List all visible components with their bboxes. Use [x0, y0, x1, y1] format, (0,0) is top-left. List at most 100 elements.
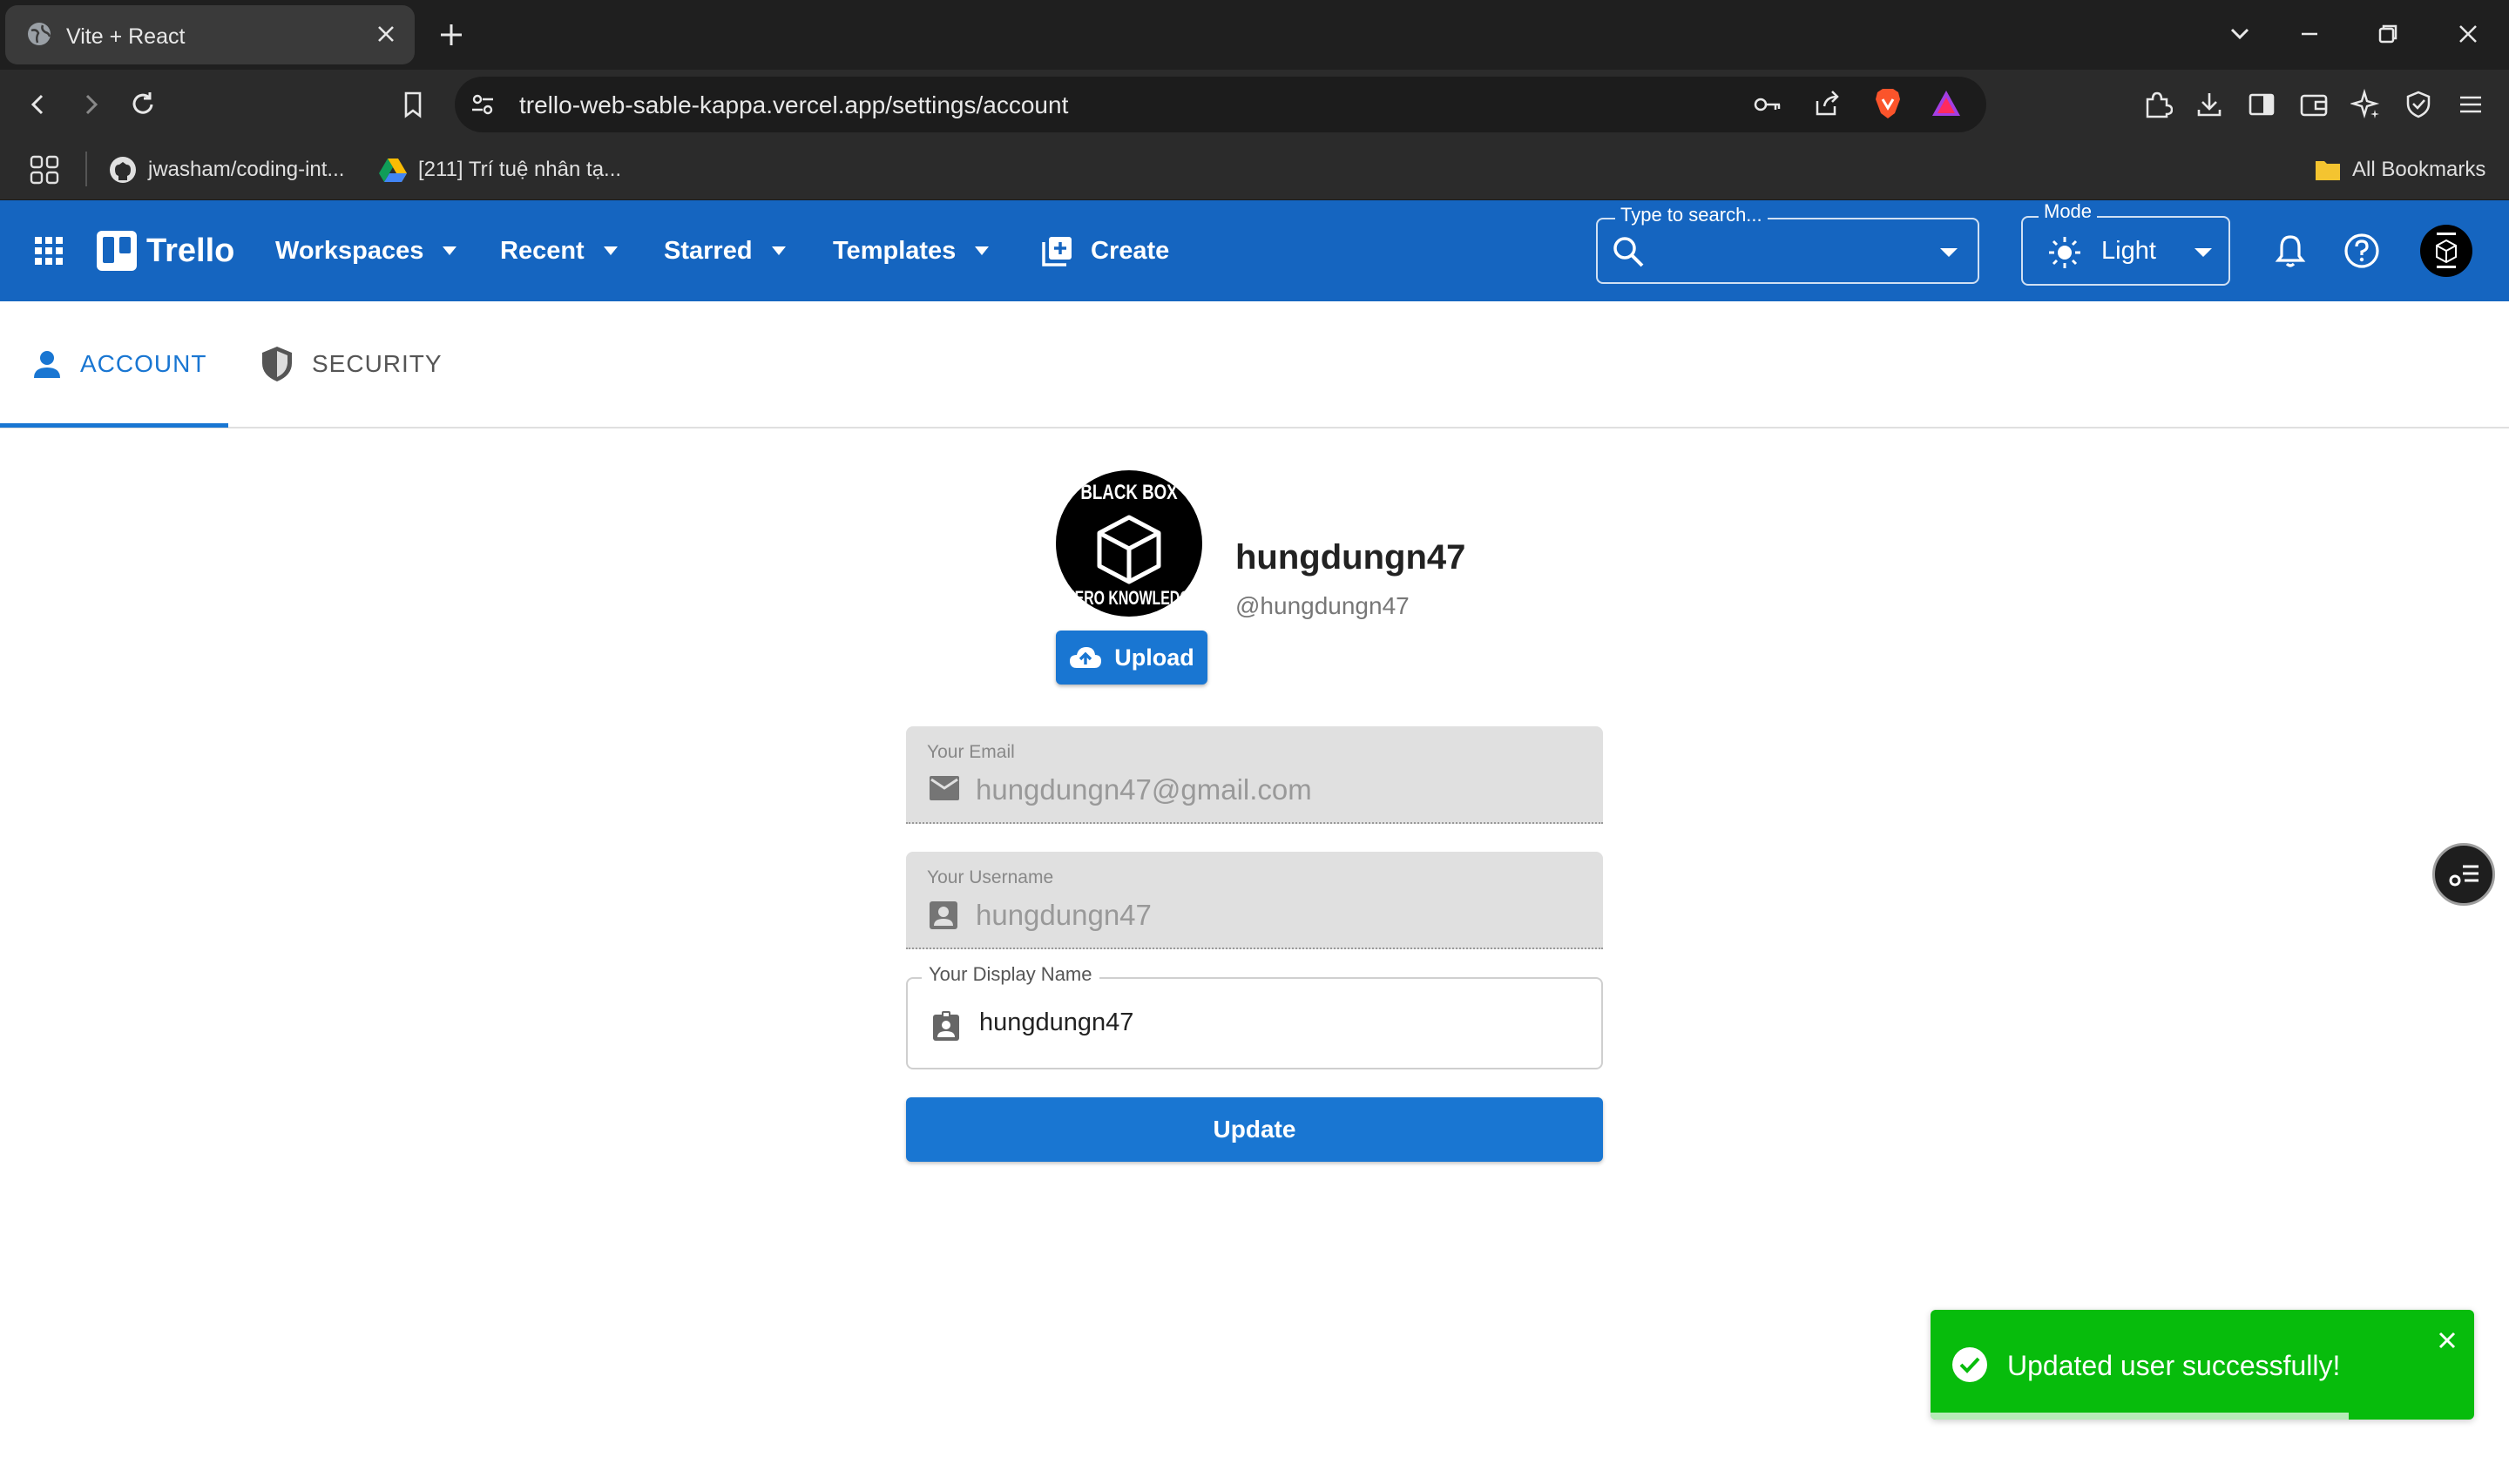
- cloud-upload-icon: [1069, 645, 1102, 670]
- browser-tab-strip: Vite + React: [0, 0, 2509, 70]
- help-circle-icon: [2343, 233, 2380, 269]
- trello-brand-label: Trello: [146, 232, 235, 269]
- bell-icon: [2274, 233, 2307, 268]
- password-key-icon[interactable]: [1753, 91, 1782, 118]
- brave-rewards-icon[interactable]: [1931, 89, 1962, 118]
- avatar-top-text: BLACK BOX: [1080, 481, 1178, 504]
- sun-icon: [2047, 235, 2082, 270]
- mode-select[interactable]: Light: [2021, 216, 2230, 286]
- forward-icon[interactable]: [75, 89, 106, 120]
- restore-icon[interactable]: [2373, 19, 2403, 49]
- chevron-down-icon: [602, 246, 619, 256]
- bookmark-label: jwasham/coding-int...: [148, 158, 345, 181]
- checklist-icon: [2447, 860, 2482, 891]
- downloads-icon[interactable]: [2194, 89, 2225, 120]
- settings-tabs: ACCOUNT SECURITY: [0, 301, 2509, 428]
- trello-logo-icon: [96, 230, 138, 272]
- address-bar[interactable]: trello-web-sable-kappa.vercel.app/settin…: [455, 77, 1986, 132]
- brave-shields-icon[interactable]: [1873, 87, 1903, 120]
- share-icon[interactable]: [1812, 89, 1842, 118]
- menu-icon[interactable]: [2455, 89, 2486, 120]
- templates-menu[interactable]: Templates: [833, 200, 991, 301]
- help-button[interactable]: [2343, 200, 2380, 301]
- chevron-down-icon: [973, 246, 991, 256]
- display-name-input[interactable]: hungdungn47: [979, 1008, 1133, 1037]
- vpn-shield-icon[interactable]: [2403, 89, 2434, 120]
- site-settings-icon[interactable]: [469, 91, 497, 118]
- recent-menu[interactable]: Recent: [500, 200, 619, 301]
- create-button[interactable]: Create: [1042, 200, 1169, 301]
- folder-icon: [2314, 158, 2342, 182]
- tab-account-label: ACCOUNT: [80, 350, 207, 377]
- toast-progress-bar: [1931, 1413, 2350, 1420]
- browser-tab-title: Vite + React: [66, 24, 186, 49]
- username-label: Your Username: [927, 867, 1054, 887]
- tab-account[interactable]: ACCOUNT: [31, 301, 206, 427]
- tab-security-label: SECURITY: [312, 350, 443, 377]
- dropdown-arrow-icon[interactable]: [1939, 247, 1958, 258]
- username-input[interactable]: hungdungn47: [976, 899, 1152, 932]
- reload-icon[interactable]: [127, 89, 159, 120]
- username-field[interactable]: Your Username hungdungn47: [906, 852, 1603, 949]
- dropdown-arrow-icon: [2194, 247, 2213, 258]
- tab-search-chevron-icon[interactable]: [2225, 19, 2255, 49]
- create-label: Create: [1091, 236, 1170, 265]
- close-tab-icon[interactable]: [375, 23, 397, 45]
- bookmark-page-icon[interactable]: [397, 89, 429, 120]
- leo-ai-icon[interactable]: [2350, 89, 2382, 120]
- upload-label: Upload: [1114, 644, 1194, 671]
- bookmark-github[interactable]: jwasham/coding-int...: [108, 139, 344, 200]
- sidebar-icon[interactable]: [2246, 89, 2277, 120]
- close-toast-icon[interactable]: [2436, 1329, 2458, 1352]
- profile-avatar-button[interactable]: [2420, 200, 2472, 301]
- url-text: trello-web-sable-kappa.vercel.app/settin…: [519, 91, 1069, 118]
- back-icon[interactable]: [23, 89, 54, 120]
- minimize-icon[interactable]: [2295, 19, 2324, 49]
- active-tab-indicator: [0, 423, 228, 428]
- avatar-bottom-text: ZERO KNOWLEDGE: [1066, 587, 1200, 609]
- templates-label: Templates: [833, 236, 957, 265]
- account-box-icon: [929, 901, 958, 930]
- check-circle-icon: [1951, 1346, 1988, 1383]
- library-add-icon: [1042, 235, 1073, 266]
- workspaces-menu[interactable]: Workspaces: [275, 200, 458, 301]
- new-tab-icon[interactable]: [436, 19, 467, 51]
- trello-home-link[interactable]: Trello: [96, 200, 234, 301]
- apps-grid-icon: [33, 235, 64, 266]
- email-field[interactable]: Your Email hungdungn47@gmail.com: [906, 726, 1603, 824]
- avatar: [2420, 225, 2472, 277]
- contact-badge-icon: [932, 1010, 960, 1042]
- tab-security[interactable]: SECURITY: [260, 301, 443, 427]
- display-name-label: Your Display Name: [922, 963, 1099, 986]
- chevron-down-icon: [441, 246, 458, 256]
- browser-tab[interactable]: Vite + React: [5, 5, 415, 64]
- search-autocomplete[interactable]: [1596, 218, 1979, 284]
- globe-icon: [26, 21, 52, 47]
- close-window-icon[interactable]: [2453, 19, 2483, 49]
- profile-display-name: hungdungn47: [1235, 538, 1466, 577]
- workspaces-label: Workspaces: [275, 236, 424, 265]
- all-bookmarks-folder[interactable]: All Bookmarks: [2314, 139, 2485, 200]
- mode-label: Mode: [2039, 200, 2098, 223]
- extensions-icon[interactable]: [2141, 89, 2173, 120]
- bookmarks-bar: jwasham/coding-int... [211] Trí tuệ nhân…: [0, 139, 2509, 200]
- profile-avatar: BLACK BOX ZERO KNOWLEDGE: [1056, 470, 1202, 617]
- bookmark-label: [211] Trí tuệ nhân tạ...: [418, 158, 622, 181]
- apps-grid-icon[interactable]: [28, 153, 61, 186]
- email-input[interactable]: hungdungn47@gmail.com: [976, 773, 1312, 806]
- floating-action-button[interactable]: [2432, 843, 2495, 906]
- update-button[interactable]: Update: [906, 1097, 1603, 1162]
- notifications-button[interactable]: [2274, 200, 2307, 301]
- search-icon: [1612, 235, 1645, 268]
- success-toast: Updated user successfully!: [1931, 1310, 2474, 1420]
- apps-menu-button[interactable]: [33, 200, 64, 301]
- display-name-field[interactable]: hungdungn47: [906, 977, 1603, 1069]
- github-icon: [108, 155, 138, 185]
- search-label: Type to search...: [1615, 204, 1768, 226]
- starred-menu[interactable]: Starred: [664, 200, 788, 301]
- bookmark-divider: [85, 152, 87, 186]
- wallet-icon[interactable]: [2298, 89, 2330, 120]
- profile-handle: @hungdungn47: [1235, 592, 1410, 619]
- bookmark-google-drive[interactable]: [211] Trí tuệ nhân tạ...: [378, 139, 621, 200]
- upload-avatar-button[interactable]: Upload: [1056, 631, 1207, 685]
